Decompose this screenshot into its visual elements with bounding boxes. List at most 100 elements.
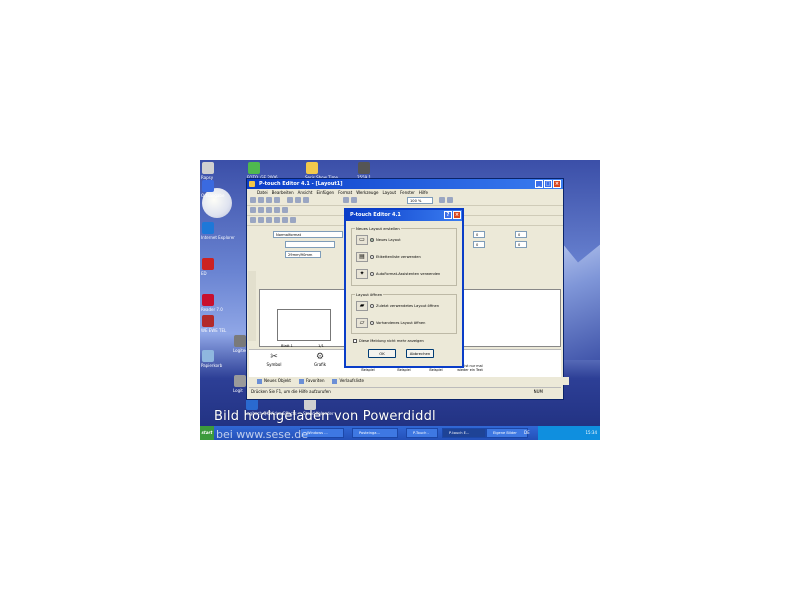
desktop-icon-papierkorb[interactable] [202,350,214,362]
zoom-select[interactable]: 100 % [407,197,433,204]
spin-field-4[interactable]: 0 [515,241,527,248]
option-open-existing[interactable]: ▱ Vorhandenes Layout öffnen [356,318,425,328]
format-select[interactable]: Normalformat [273,231,343,238]
tab-neues-objekt[interactable]: Neues Objekt [257,377,291,385]
symbol-label: Symbol [266,362,282,367]
copy-icon[interactable] [295,197,301,203]
screenshot-region: RapsyFOTO. GE.2006Seris Show Time2559.1O… [200,160,600,440]
barcode-tool-icon[interactable] [282,207,288,213]
ellipse-tool-icon[interactable] [274,207,280,213]
menu-datei[interactable]: Datei [257,189,268,196]
option-label-list[interactable]: ▤ Etikettenliste verwenden [356,252,421,262]
spin-field-3[interactable]: 0 [515,231,527,238]
grafik-tool[interactable]: ⚙ Grafik [305,352,335,367]
desktop-icon-label: Internet Explorer [201,235,235,240]
align-center-icon[interactable] [258,217,264,223]
align-middle-icon[interactable] [282,217,288,223]
radio-open-existing[interactable] [370,321,374,325]
spin-field-2[interactable]: 0 [473,241,485,248]
dialog-titlebar[interactable]: P-touch Editor 4.1 ? × [346,210,462,221]
tape-size-select[interactable]: 29mm/90mm [285,251,321,258]
radio-open-recent[interactable] [370,304,374,308]
paste-icon[interactable] [303,197,309,203]
radio-label-list[interactable] [370,255,374,259]
menu-hilfe[interactable]: Hilfe [419,189,428,196]
menu-werkzeuge[interactable]: Werkzeuge [356,189,378,196]
tab-verlaufsliste[interactable]: Verlaufsliste [332,377,364,385]
task-ptouch[interactable]: P-Touch - [406,428,438,438]
grafik-label: Grafik [313,362,327,367]
group-new-layout-label: Neues Layout erstellen [355,226,401,231]
align-top-icon[interactable] [274,217,280,223]
tab-label: Favoriten [305,378,325,383]
symbol-tool[interactable]: ✂ Symbol [259,352,289,367]
tab-favoriten[interactable]: Favoriten [298,377,325,385]
desktop-icon-we-ewe-tel[interactable] [202,315,214,327]
redo-icon[interactable] [351,197,357,203]
cancel-button[interactable]: Abbrechen [406,349,434,358]
rect-tool-icon[interactable] [266,207,272,213]
save-icon[interactable] [266,197,272,203]
line-tool-icon[interactable] [258,207,264,213]
radio-autoformat[interactable] [370,272,374,276]
desktop-icon-logitech[interactable] [234,335,246,347]
desktop-icon-rapsy[interactable] [202,162,214,174]
length-field[interactable] [285,241,335,248]
clock: 15:34 [585,430,597,435]
new-icon[interactable] [250,197,256,203]
desktop-icon-logit[interactable] [234,375,246,387]
group-open-layout: Layout öffnen ▰ Zuletzt verwendetes Layo… [351,292,457,334]
window-titlebar[interactable]: P-touch Editor 4.1 - [Layout1] _ □ × [247,179,563,189]
help-icon[interactable] [447,197,453,203]
desktop-icon-label: WE EWE TEL [201,328,227,333]
align-left-icon[interactable] [250,217,256,223]
menu-format[interactable]: Format [338,189,352,196]
text-tool-icon[interactable] [250,207,256,213]
dont-show-again-checkbox[interactable] [353,339,357,343]
language-indicator[interactable]: DE [524,426,530,440]
menu-ansicht[interactable]: Ansicht [298,189,313,196]
align-bottom-icon[interactable] [290,217,296,223]
radio-new-layout[interactable] [370,238,374,242]
desktop-icon-internet-explorer[interactable] [202,222,214,234]
task-ptouch-editor[interactable]: P-touch E... [442,428,486,438]
print-icon[interactable] [274,197,280,203]
close-button[interactable]: × [553,180,561,188]
desktop-icon-foto-ge-2006[interactable] [248,162,260,174]
option-open-recent[interactable]: ▰ Zuletzt verwendetes Layout öffnen [356,301,439,311]
menu-bearbeiten[interactable]: Bearbeiten [272,189,294,196]
align-right-icon[interactable] [266,217,272,223]
task-eigene-bilder[interactable]: Eigene Bilder [486,428,528,438]
desktop-icon-label: Reader 7.0 [201,307,223,312]
dialog-help-button[interactable]: ? [444,211,452,219]
spin-field-1[interactable]: 0 [473,231,485,238]
cut-icon[interactable] [287,197,293,203]
menu-einfuegen[interactable]: Einfügen [316,189,334,196]
recent-folder-icon: ▰ [356,301,368,311]
label-sheet[interactable] [277,309,331,341]
page-tab[interactable]: Blatt 1 [281,344,293,348]
desktop-icon-2559-1[interactable] [358,162,370,174]
desktop-icon-ed[interactable] [202,258,214,270]
desktop-icon-ortsangabe[interactable] [202,180,214,192]
option-new-layout[interactable]: ▭ Neues Layout [356,235,401,245]
dialog-close-button[interactable]: × [453,211,461,219]
start-button[interactable]: start [200,426,214,440]
startup-dialog[interactable]: P-touch Editor 4.1 ? × Neues Layout erst… [344,208,464,368]
desktop-icon-reader-7-0[interactable] [202,294,214,306]
menu-fenster[interactable]: Fenster [400,189,415,196]
dont-show-again[interactable]: Diese Meldung nicht mehr anzeigen [353,339,424,343]
desktop-icon-label: ED [201,271,207,276]
open-icon[interactable] [258,197,264,203]
dont-show-again-label: Diese Meldung nicht mehr anzeigen [359,339,424,343]
gear-icon: ⚙ [315,352,325,362]
desktop-icon-seris-show-time[interactable] [306,162,318,174]
printer-icon[interactable] [439,197,445,203]
undo-icon[interactable] [343,197,349,203]
ok-button[interactable]: OK [368,349,396,358]
menu-layout[interactable]: Layout [382,189,396,196]
minimize-button[interactable]: _ [535,180,543,188]
task-posteingang[interactable]: Posteinga... [352,428,398,438]
option-autoformat[interactable]: ✦ AutoFormat-Assistenten verwenden [356,269,440,279]
maximize-button[interactable]: □ [544,180,552,188]
